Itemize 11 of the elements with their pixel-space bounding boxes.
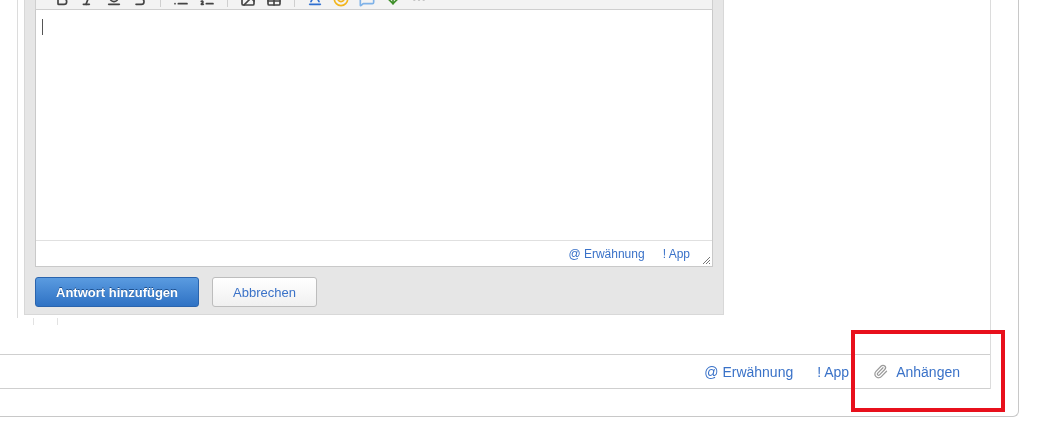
resize-grip-icon[interactable]	[702, 256, 711, 265]
submit-button[interactable]: Antwort hinzufügen	[35, 277, 200, 307]
editor-link[interactable]: ! App	[662, 246, 690, 261]
paperclip-icon	[873, 364, 889, 379]
attach-link[interactable]: Anhängen	[873, 363, 960, 380]
text-cursor	[42, 19, 43, 35]
cancel-button[interactable]: Abbrechen	[212, 277, 317, 307]
footer-link[interactable]: @ Erwähnung	[704, 363, 794, 380]
editor-link[interactable]: @ Erwähnung	[568, 246, 645, 261]
text-area[interactable]: @ Erwähnung ! App	[35, 10, 713, 267]
footer-link[interactable]: ! App	[817, 363, 850, 380]
